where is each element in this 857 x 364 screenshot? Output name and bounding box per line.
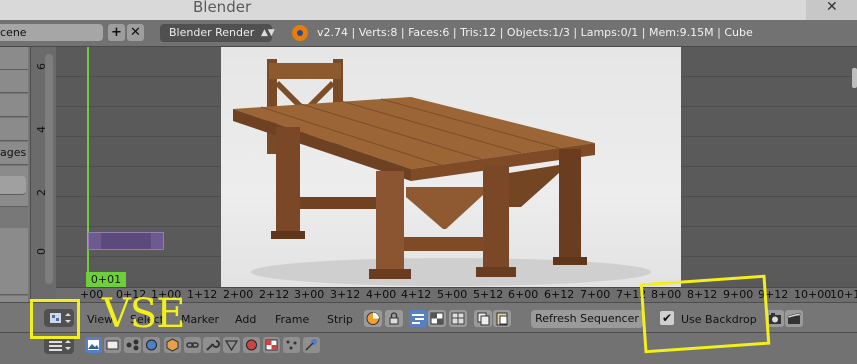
window-title-bar xyxy=(0,0,857,20)
annotation-vse-label: VSE xyxy=(102,291,185,337)
time-tick-label: 2+00 xyxy=(223,288,254,301)
annotation-box-vse xyxy=(30,299,80,339)
tool-shelf-tab[interactable] xyxy=(0,47,28,70)
render-animation-icon[interactable] xyxy=(785,310,803,327)
tool-shelf-tab[interactable] xyxy=(0,94,28,117)
scene-name-field[interactable]: cene xyxy=(0,24,103,41)
node-icon[interactable] xyxy=(124,337,141,353)
time-tick-label: 6+12 xyxy=(544,288,575,301)
tool-shelf-tab[interactable] xyxy=(0,176,26,195)
time-tick-label: 3+00 xyxy=(294,288,325,301)
tool-shelf-tab[interactable]: ages xyxy=(0,142,28,165)
scene-add-button[interactable]: + xyxy=(108,24,125,41)
refresh-sequencer-button[interactable]: Refresh Sequencer xyxy=(531,310,643,328)
texture-icon[interactable] xyxy=(263,337,280,353)
time-tick-label: 3+12 xyxy=(330,288,361,301)
mesh-data-icon[interactable] xyxy=(223,337,240,353)
time-tick-label: 7+00 xyxy=(580,288,611,301)
tool-shelf-tab[interactable] xyxy=(0,228,28,251)
scene-icon[interactable] xyxy=(104,337,121,353)
tool-shelf-tab[interactable] xyxy=(0,118,28,141)
strip-left-handle[interactable] xyxy=(89,233,101,249)
horizontal-scroll-handle[interactable] xyxy=(852,68,857,88)
time-tick-label: 10+12 xyxy=(830,288,857,301)
tool-shelf-tab[interactable] xyxy=(0,272,28,295)
tool-shelf-tab[interactable] xyxy=(0,250,28,273)
wooden-table-photo xyxy=(233,59,651,286)
tool-shelf-tab[interactable] xyxy=(0,70,28,93)
lock-icon[interactable] xyxy=(385,310,403,327)
image-icon[interactable] xyxy=(85,337,102,353)
preview-mode-icon[interactable] xyxy=(428,310,446,327)
time-tick-label: 5+12 xyxy=(473,288,504,301)
paste-icon[interactable] xyxy=(493,310,511,327)
channel-label: 4 xyxy=(35,126,48,133)
time-tick-label: 5+00 xyxy=(437,288,468,301)
time-tick-label: 2+12 xyxy=(259,288,290,301)
close-icon[interactable]: ✕ xyxy=(826,0,838,15)
menu-frame[interactable]: Frame xyxy=(275,313,309,326)
backdrop-preview-image xyxy=(221,47,681,289)
time-tick-label: +00 xyxy=(80,288,104,301)
sequencer-mode-icon[interactable] xyxy=(409,310,427,327)
time-tick-label: 6+00 xyxy=(508,288,539,301)
channel-label: 0 xyxy=(35,248,48,255)
time-tick-label: 4+12 xyxy=(401,288,432,301)
time-tick-label: 4+00 xyxy=(366,288,397,301)
menu-add[interactable]: Add xyxy=(235,313,256,326)
strip-right-handle[interactable] xyxy=(151,233,163,249)
current-frame-indicator: 0+01 xyxy=(86,272,126,287)
object-icon[interactable] xyxy=(164,337,181,353)
render-engine-select[interactable]: Blender Render xyxy=(160,24,272,42)
modifier-wrench-icon[interactable] xyxy=(203,337,220,353)
menu-strip[interactable]: Strip xyxy=(327,313,353,326)
channel-label: 6 xyxy=(35,63,48,70)
display-channel-icon[interactable] xyxy=(449,310,467,327)
scene-statistics: v2.74 | Verts:8 | Faces:6 | Tris:12 | Ob… xyxy=(317,26,753,39)
view-type-icon[interactable] xyxy=(364,310,382,327)
material-icon[interactable] xyxy=(243,337,260,353)
time-tick-label: 1+12 xyxy=(187,288,218,301)
menu-marker[interactable]: Marker xyxy=(181,313,219,326)
dropdown-arrows-icon: ▲▼ xyxy=(261,28,275,38)
channel-label: 2 xyxy=(35,189,48,196)
blender-logo-icon xyxy=(292,25,308,41)
particles-icon[interactable] xyxy=(283,337,300,353)
physics-icon[interactable] xyxy=(303,337,320,353)
window-title: Blender xyxy=(193,0,252,16)
time-tick-label: 10+00 xyxy=(794,288,832,301)
copy-icon[interactable] xyxy=(474,310,492,327)
annotation-box-use-backdrop xyxy=(639,274,771,354)
constraint-icon[interactable] xyxy=(184,337,201,353)
world-icon[interactable] xyxy=(143,337,160,353)
scene-remove-button[interactable]: ✕ xyxy=(127,24,144,41)
playhead-line[interactable] xyxy=(87,47,89,287)
